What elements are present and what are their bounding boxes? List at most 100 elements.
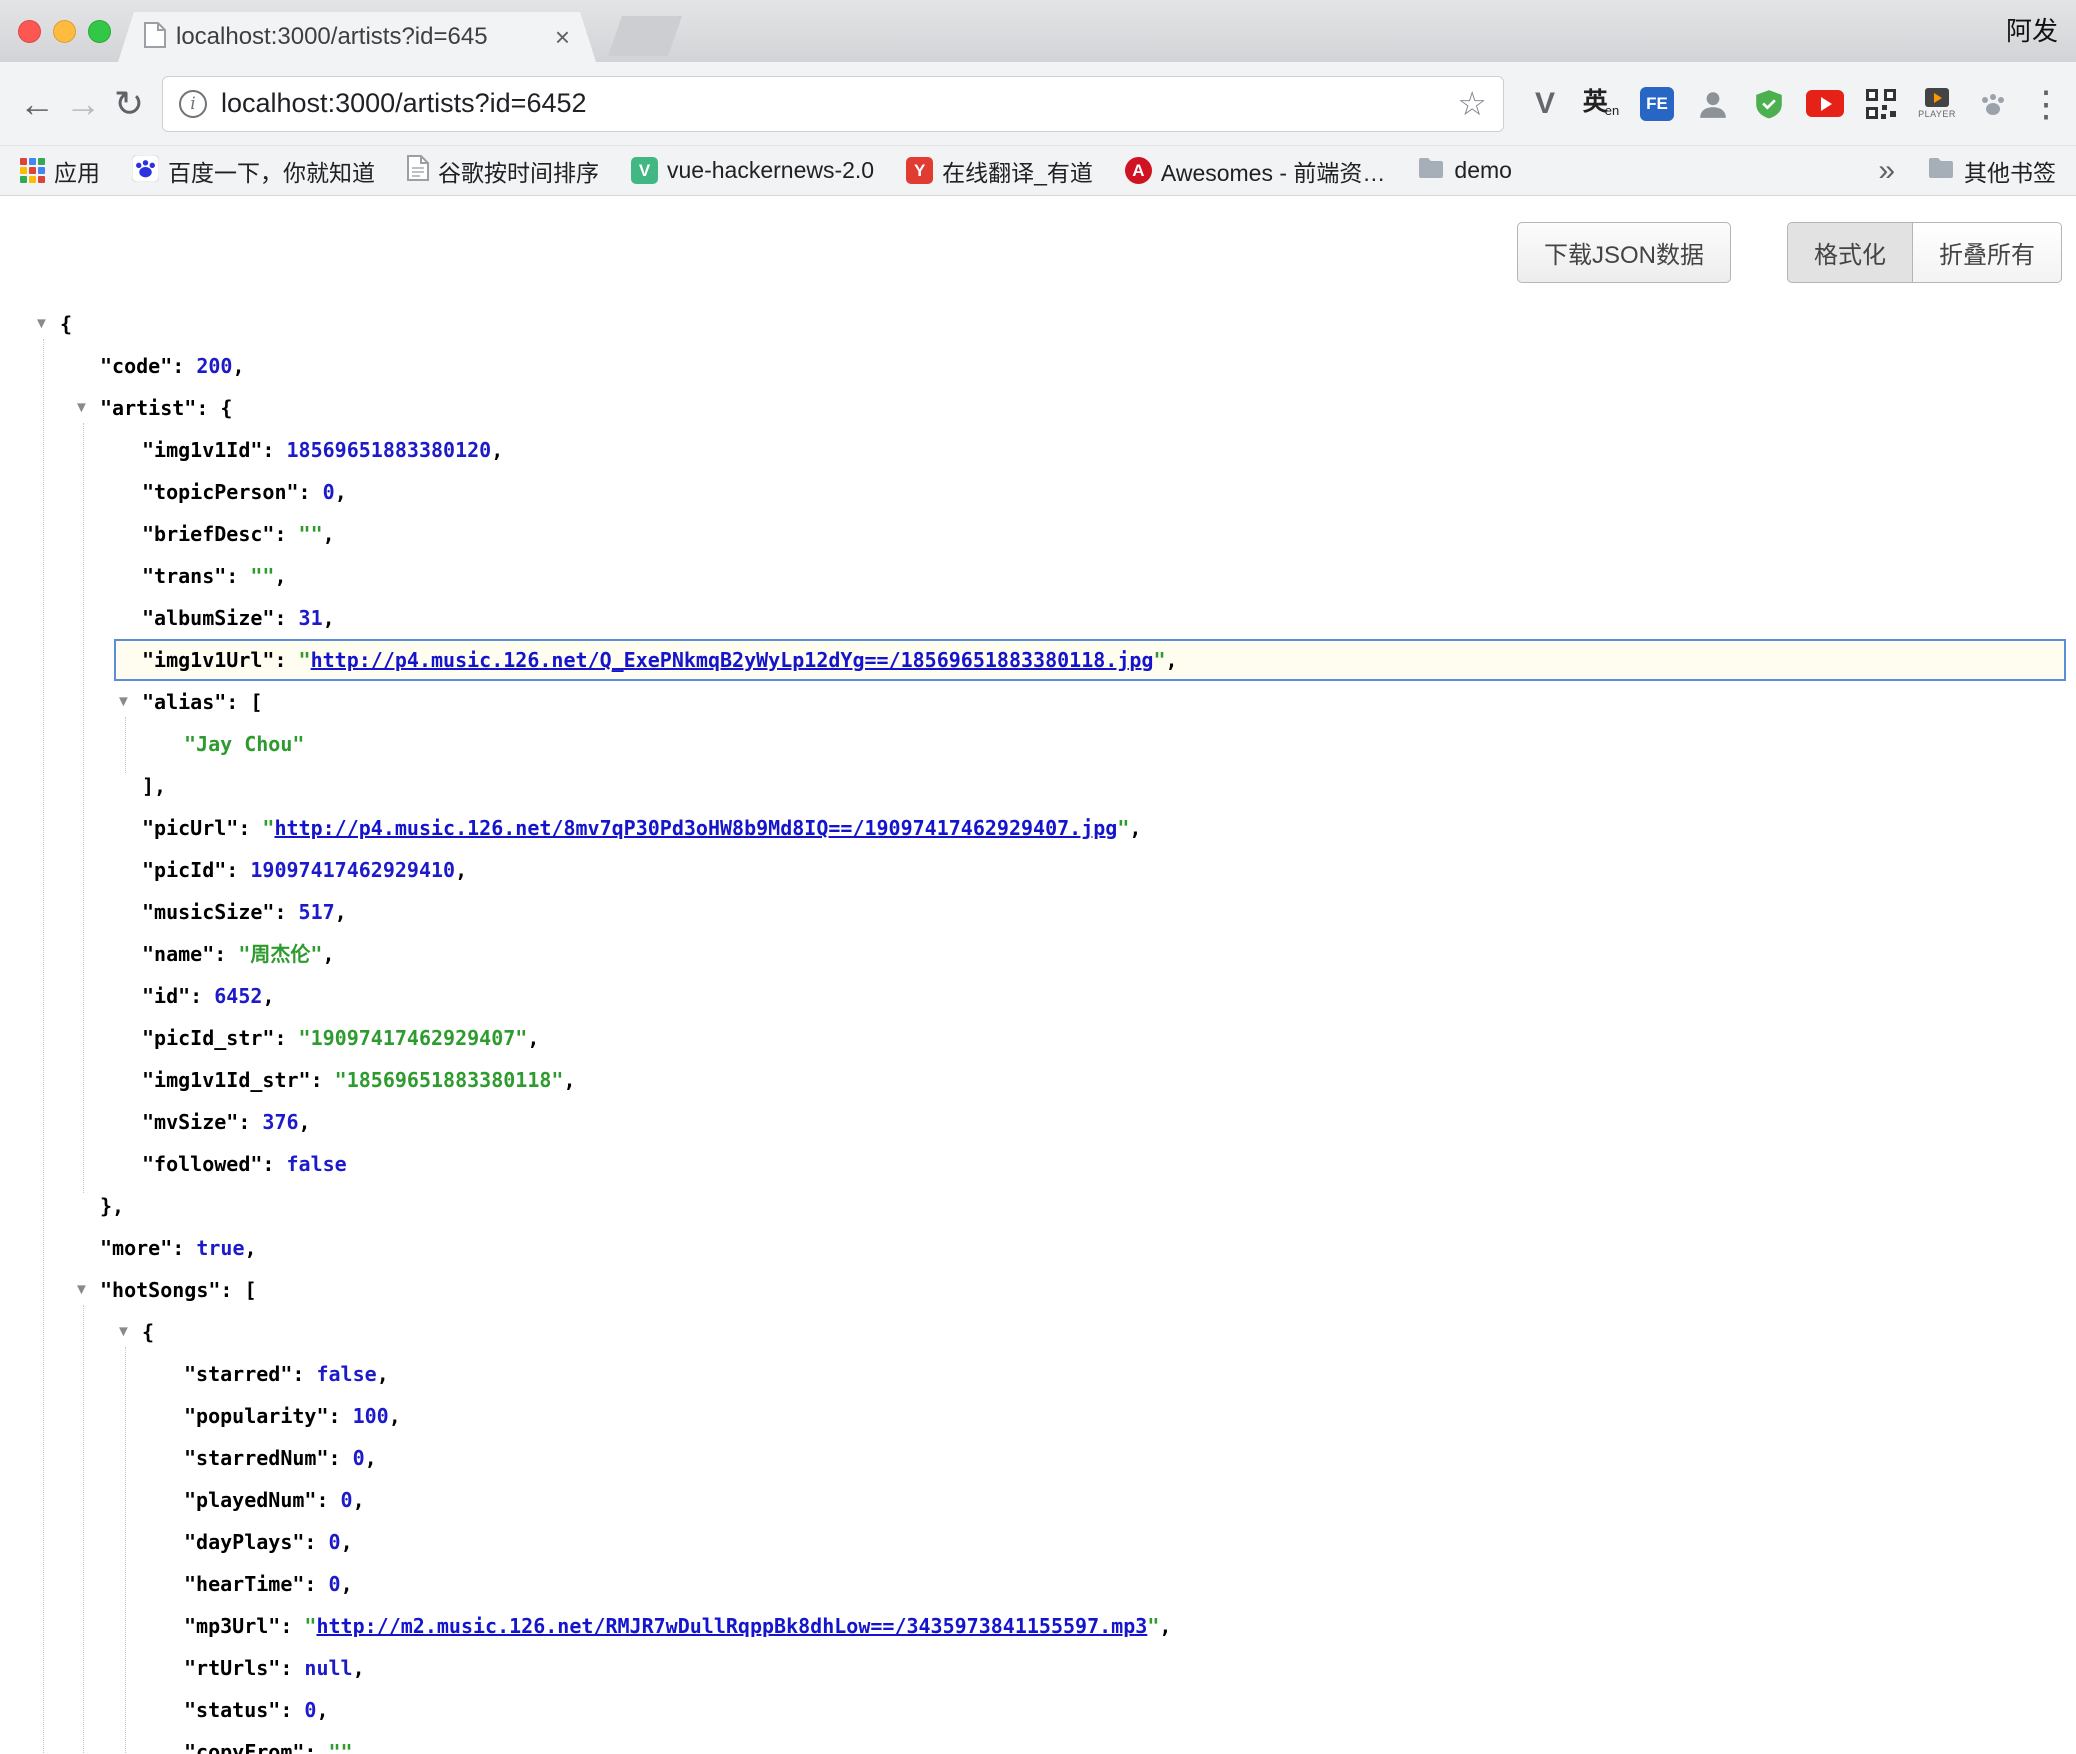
- json-line: "musicSize": 517,: [0, 891, 2076, 933]
- json-line: "picUrl": "http://p4.music.126.net/8mv7q…: [0, 807, 2076, 849]
- json-line: "copyFrom": "",: [0, 1731, 2076, 1754]
- vimium-extension-icon[interactable]: V: [1524, 80, 1566, 128]
- tab-close-icon[interactable]: ×: [555, 24, 570, 50]
- json-line: "trans": "",: [0, 555, 2076, 597]
- browser-tab[interactable]: localhost:3000/artists?id=645 ×: [118, 12, 596, 62]
- vimium-glyph: V: [1535, 87, 1555, 121]
- bookmark-google-sort[interactable]: 谷歌按时间排序: [407, 154, 599, 188]
- json-number: 6452: [214, 984, 262, 1008]
- collapse-arrow-icon[interactable]: ▼: [74, 387, 89, 429]
- json-punct: :: [280, 1614, 304, 1638]
- qrcode-extension-icon[interactable]: [1860, 80, 1902, 128]
- collapse-arrow-icon[interactable]: ▼: [116, 1311, 131, 1353]
- minimize-window-button[interactable]: [53, 20, 76, 43]
- json-url-link[interactable]: http://m2.music.126.net/RMJR7wDullRqppBk…: [316, 1614, 1147, 1638]
- new-tab-button[interactable]: [608, 16, 682, 56]
- bookmark-vue-hackernews[interactable]: V vue-hackernews-2.0: [631, 157, 874, 184]
- player-badge: [1925, 88, 1949, 107]
- json-number: 100: [353, 1404, 389, 1428]
- forward-button[interactable]: →: [60, 83, 106, 125]
- translate-en-glyph: en: [1605, 103, 1619, 118]
- shield-extension-icon[interactable]: [1748, 80, 1790, 128]
- translate-extension-icon[interactable]: 英en: [1580, 80, 1622, 128]
- json-punct: ,: [353, 1488, 365, 1512]
- zoom-window-button[interactable]: [88, 20, 111, 43]
- json-punct: ,: [563, 1068, 575, 1092]
- format-button[interactable]: 格式化: [1787, 222, 1913, 283]
- json-punct: :: [274, 648, 298, 672]
- json-key: "img1v1Id_str": [142, 1068, 311, 1092]
- player-extension-icon[interactable]: PLAYER: [1916, 80, 1958, 128]
- bookmark-apps[interactable]: 应用: [20, 154, 100, 188]
- json-tree: ▼{"code": 200,▼"artist": {"img1v1Id": 18…: [0, 303, 2076, 1754]
- json-punct: ,: [527, 1026, 539, 1050]
- json-number: 0: [329, 1572, 341, 1596]
- json-punct: :: [274, 606, 298, 630]
- json-line: "starredNum": 0,: [0, 1437, 2076, 1479]
- player-label: PLAYER: [1918, 109, 1956, 119]
- other-bookmarks[interactable]: 其他书签: [1927, 154, 2056, 188]
- json-key: "starred": [184, 1362, 292, 1386]
- json-punct: :: [172, 354, 196, 378]
- json-string: ": [1153, 648, 1165, 672]
- collapse-arrow-icon[interactable]: ▼: [74, 1269, 89, 1311]
- bookmark-baidu[interactable]: 百度一下，你就知道: [132, 154, 375, 188]
- json-line: "Jay Chou": [0, 723, 2076, 765]
- collapse-all-button[interactable]: 折叠所有: [1913, 222, 2062, 283]
- json-number: 19097417462929410: [250, 858, 455, 882]
- json-punct: ,: [335, 900, 347, 924]
- reload-button[interactable]: ↻: [106, 83, 152, 125]
- bookmarks-overflow-chevron[interactable]: »: [1878, 154, 1895, 188]
- json-url-link[interactable]: http://p4.music.126.net/8mv7qP30Pd3oHW8b…: [274, 816, 1117, 840]
- json-key: "artist": [100, 396, 196, 420]
- json-punct: },: [100, 1194, 124, 1218]
- json-line: "mp3Url": "http://m2.music.126.net/RMJR7…: [0, 1605, 2076, 1647]
- bookmark-label: Awesomes - 前端资…: [1161, 154, 1386, 188]
- browser-menu-icon[interactable]: ⋮: [2028, 83, 2062, 125]
- fe-extension-icon[interactable]: FE: [1636, 80, 1678, 128]
- json-url-link[interactable]: http://p4.music.126.net/Q_ExePNkmqB2yWyL…: [311, 648, 1154, 672]
- bookmark-youdao-translate[interactable]: Y 在线翻译_有道: [906, 154, 1093, 188]
- json-punct: : {: [196, 396, 232, 420]
- json-key: "picId": [142, 858, 226, 882]
- user-extension-icon[interactable]: [1692, 80, 1734, 128]
- json-punct: ,: [1166, 648, 1178, 672]
- address-bar[interactable]: i localhost:3000/artists?id=6452 ☆: [162, 76, 1504, 132]
- close-window-button[interactable]: [18, 20, 41, 43]
- json-line: ],: [0, 765, 2076, 807]
- json-line: "briefDesc": "",: [0, 513, 2076, 555]
- page-content: 下载JSON数据 格式化 折叠所有 ▼{"code": 200,▼"artist…: [0, 196, 2076, 1754]
- json-string: "": [329, 1740, 353, 1754]
- json-punct: ,: [262, 984, 274, 1008]
- vue-icon: V: [631, 157, 658, 184]
- json-punct: :: [226, 564, 250, 588]
- download-json-button[interactable]: 下载JSON数据: [1517, 222, 1731, 283]
- json-key: "starredNum": [184, 1446, 329, 1470]
- json-key: "albumSize": [142, 606, 274, 630]
- json-line: "picId": 19097417462929410,: [0, 849, 2076, 891]
- json-string: ": [262, 816, 274, 840]
- json-key: "hotSongs": [100, 1278, 220, 1302]
- json-punct: ,: [1129, 816, 1141, 840]
- json-literal: null: [304, 1656, 352, 1680]
- json-punct: ,: [322, 942, 334, 966]
- json-line: ▼{: [0, 1311, 2076, 1353]
- json-punct: :: [304, 1572, 328, 1596]
- bookmark-awesomes[interactable]: A Awesomes - 前端资…: [1125, 154, 1386, 188]
- youtube-extension-icon[interactable]: [1804, 80, 1846, 128]
- back-button[interactable]: ←: [14, 83, 60, 125]
- json-key: "followed": [142, 1152, 262, 1176]
- paw-extension-icon[interactable]: [1972, 80, 2014, 128]
- collapse-arrow-icon[interactable]: ▼: [116, 681, 131, 723]
- bookmark-label: 谷歌按时间排序: [438, 154, 599, 188]
- json-line: "followed": false: [0, 1143, 2076, 1185]
- json-key: "copyFrom": [184, 1740, 304, 1754]
- json-punct: ,: [299, 1110, 311, 1134]
- json-string: "周杰伦": [238, 942, 322, 966]
- bookmark-demo-folder[interactable]: demo: [1417, 156, 1512, 185]
- bookmark-star-icon[interactable]: ☆: [1457, 84, 1487, 123]
- site-info-icon[interactable]: i: [179, 90, 207, 118]
- collapse-arrow-icon[interactable]: ▼: [34, 303, 49, 345]
- json-punct: :: [292, 1362, 316, 1386]
- json-key: "musicSize": [142, 900, 274, 924]
